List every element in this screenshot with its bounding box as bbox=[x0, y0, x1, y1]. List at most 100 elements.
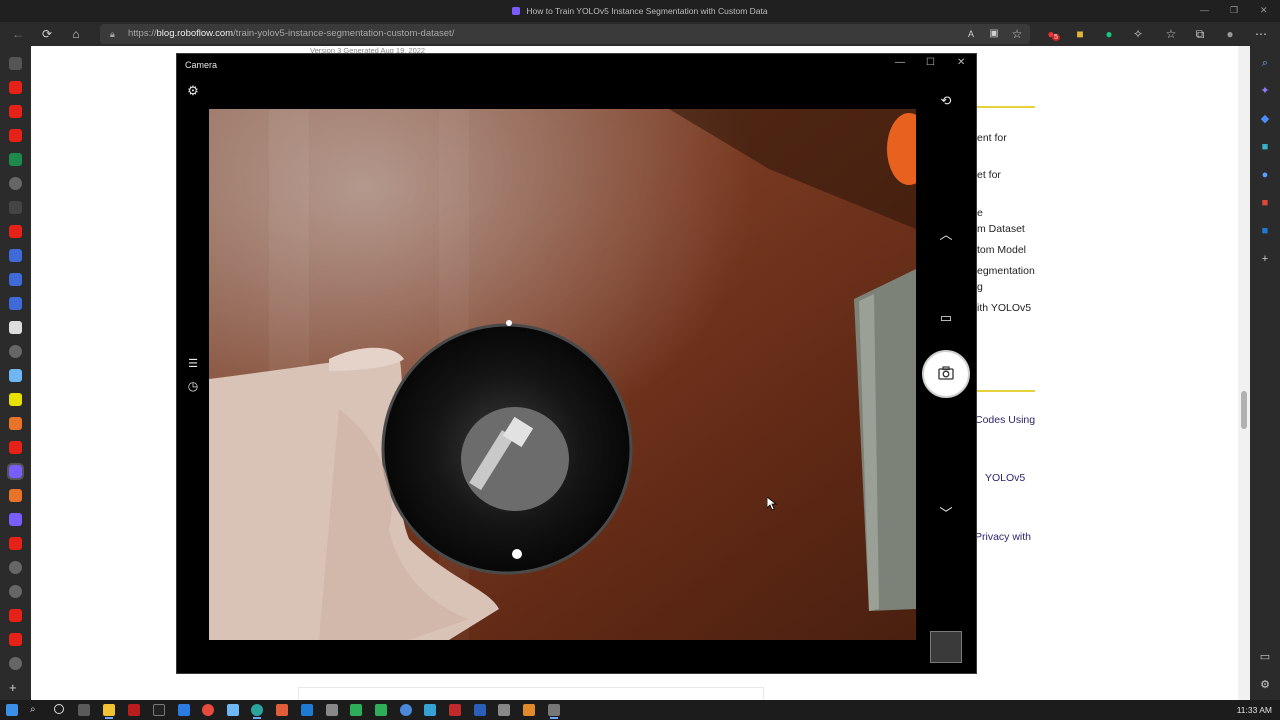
favorite-icon[interactable]: ☆ bbox=[1009, 26, 1025, 42]
add-sidebar-app-icon[interactable]: + bbox=[1258, 252, 1272, 266]
chevron-up-icon[interactable]: ︿ bbox=[937, 227, 955, 243]
site-tab-icon[interactable] bbox=[9, 369, 22, 382]
favorites-icon[interactable]: ☆ bbox=[1163, 26, 1179, 42]
github-tab-icon[interactable] bbox=[9, 585, 22, 598]
take-photo-button[interactable] bbox=[922, 350, 970, 398]
more-options-icon[interactable]: ⋯ bbox=[1253, 26, 1269, 42]
toc-item[interactable]: tom Model bbox=[977, 243, 1026, 258]
edge-icon[interactable] bbox=[251, 704, 263, 716]
toc-item[interactable]: ith YOLOv5 bbox=[977, 301, 1031, 316]
app-icon[interactable] bbox=[498, 704, 510, 716]
collections-icon[interactable]: ⧉ bbox=[1192, 26, 1208, 42]
switch-camera-icon[interactable]: ⟲ bbox=[937, 93, 955, 109]
tools-icon[interactable]: ■ bbox=[1258, 140, 1272, 154]
browser-close-icon[interactable]: ✕ bbox=[1260, 5, 1268, 16]
related-post-link[interactable]: Privacy with bbox=[975, 530, 1031, 545]
file-explorer-icon[interactable] bbox=[103, 704, 115, 716]
roboflow-tab-icon[interactable] bbox=[7, 463, 24, 480]
self-timer-icon[interactable]: ◷ bbox=[184, 378, 202, 394]
camera-close-icon[interactable]: ✕ bbox=[957, 57, 965, 68]
app-icon[interactable] bbox=[523, 704, 535, 716]
site-tab-icon[interactable] bbox=[9, 249, 22, 262]
mail-icon[interactable] bbox=[178, 704, 190, 716]
site-tab-icon[interactable] bbox=[9, 321, 22, 334]
start-menu-icon[interactable] bbox=[6, 704, 18, 716]
shopping-icon[interactable]: ◆ bbox=[1258, 112, 1272, 126]
github-tab-icon[interactable] bbox=[9, 561, 22, 574]
office-icon[interactable]: ■ bbox=[1258, 196, 1272, 210]
youtube-tab-icon[interactable] bbox=[9, 81, 22, 94]
github-tab-icon[interactable] bbox=[9, 177, 22, 190]
youtube-tab-icon[interactable] bbox=[9, 225, 22, 238]
app-icon[interactable] bbox=[424, 704, 436, 716]
outlook-icon[interactable]: ■ bbox=[1258, 224, 1272, 238]
github-tab-icon[interactable] bbox=[9, 345, 22, 358]
app-icon[interactable] bbox=[375, 704, 387, 716]
youtube-tab-icon[interactable] bbox=[9, 633, 22, 646]
site-tab-icon[interactable] bbox=[9, 489, 22, 502]
camera-minimize-icon[interactable]: — bbox=[895, 57, 905, 68]
scrollbar-thumb[interactable] bbox=[1241, 391, 1247, 429]
last-capture-thumbnail[interactable] bbox=[930, 631, 962, 663]
back-icon[interactable]: ← bbox=[10, 26, 26, 42]
youtube-tab-icon[interactable] bbox=[9, 129, 22, 142]
vscode-icon[interactable] bbox=[301, 704, 313, 716]
browser-minimize-icon[interactable]: — bbox=[1200, 5, 1209, 15]
sheets-tab-icon[interactable] bbox=[9, 153, 22, 166]
github-tab-icon[interactable] bbox=[9, 657, 22, 670]
games-icon[interactable]: ● bbox=[1258, 168, 1272, 182]
camera-maximize-icon[interactable]: ☐ bbox=[926, 57, 935, 68]
site-tab-icon[interactable] bbox=[9, 417, 22, 430]
task-view-icon[interactable] bbox=[78, 704, 90, 716]
page-scrollbar[interactable] bbox=[1238, 46, 1250, 700]
youtube-tab-icon[interactable] bbox=[9, 537, 22, 550]
new-tab-plus-icon[interactable]: + bbox=[9, 680, 17, 695]
toc-item[interactable]: e bbox=[977, 206, 983, 221]
toc-item[interactable]: ent for bbox=[977, 131, 1007, 146]
video-mode-icon[interactable]: ▭ bbox=[937, 310, 955, 326]
toc-item[interactable]: g bbox=[977, 280, 983, 295]
profile-avatar-icon[interactable]: ● bbox=[1222, 26, 1238, 42]
app-icon[interactable] bbox=[227, 704, 239, 716]
camera-app-icon[interactable] bbox=[548, 704, 560, 716]
browser-restore-icon[interactable]: ❐ bbox=[1230, 5, 1238, 16]
extensions-icon[interactable]: ✧ bbox=[1130, 26, 1146, 42]
related-post-link[interactable]: YOLOv5 bbox=[985, 471, 1025, 486]
search-taskbar-icon[interactable]: ⌕ bbox=[30, 704, 42, 716]
color-extension-icon[interactable]: ■ bbox=[1072, 26, 1088, 42]
tab-actions-icon[interactable] bbox=[9, 57, 22, 70]
immersive-reader-icon[interactable]: ▣ bbox=[986, 26, 1002, 42]
youtube-tab-icon[interactable] bbox=[9, 441, 22, 454]
youtube-tab-icon[interactable] bbox=[9, 609, 22, 622]
site-tab-icon[interactable] bbox=[9, 273, 22, 286]
word-icon[interactable] bbox=[474, 704, 486, 716]
read-aloud-icon[interactable]: A bbox=[963, 26, 979, 42]
taskbar-clock[interactable]: 11:33 AM bbox=[1237, 705, 1272, 715]
home-icon[interactable]: ⌂ bbox=[68, 26, 84, 42]
chrome-icon[interactable] bbox=[202, 704, 214, 716]
roboflow-tab-icon[interactable] bbox=[9, 513, 22, 526]
app-icon[interactable] bbox=[128, 704, 140, 716]
refresh-icon[interactable]: ⟳ bbox=[39, 26, 55, 42]
site-tab-icon[interactable] bbox=[9, 201, 22, 214]
app-icon[interactable] bbox=[153, 704, 165, 716]
cortana-icon[interactable] bbox=[54, 704, 64, 714]
site-tab-icon[interactable] bbox=[9, 297, 22, 310]
search-icon[interactable]: ⌕ bbox=[1258, 56, 1272, 70]
toc-item[interactable]: et for bbox=[977, 168, 1001, 183]
site-tab-icon[interactable] bbox=[9, 393, 22, 406]
address-bar[interactable]: 🔒︎ https://blog.roboflow.com/train-yolov… bbox=[100, 24, 1030, 44]
app-icon[interactable] bbox=[400, 704, 412, 716]
grammarly-icon[interactable]: ● bbox=[1101, 26, 1117, 42]
youtube-tab-icon[interactable] bbox=[9, 105, 22, 118]
toc-item[interactable]: m Dataset bbox=[977, 222, 1025, 237]
camera-settings-gear-icon[interactable]: ⚙ bbox=[184, 83, 202, 99]
toc-item[interactable]: egmentation bbox=[977, 264, 1035, 279]
sidebar-layout-icon[interactable]: ▭ bbox=[1258, 650, 1272, 664]
app-icon[interactable] bbox=[276, 704, 288, 716]
chevron-down-icon[interactable]: ﹀ bbox=[937, 506, 955, 522]
camera-mode-icon[interactable]: ☰ bbox=[184, 356, 202, 372]
app-icon[interactable] bbox=[326, 704, 338, 716]
app-icon[interactable] bbox=[350, 704, 362, 716]
related-post-link[interactable]: Codes Using bbox=[975, 413, 1035, 428]
